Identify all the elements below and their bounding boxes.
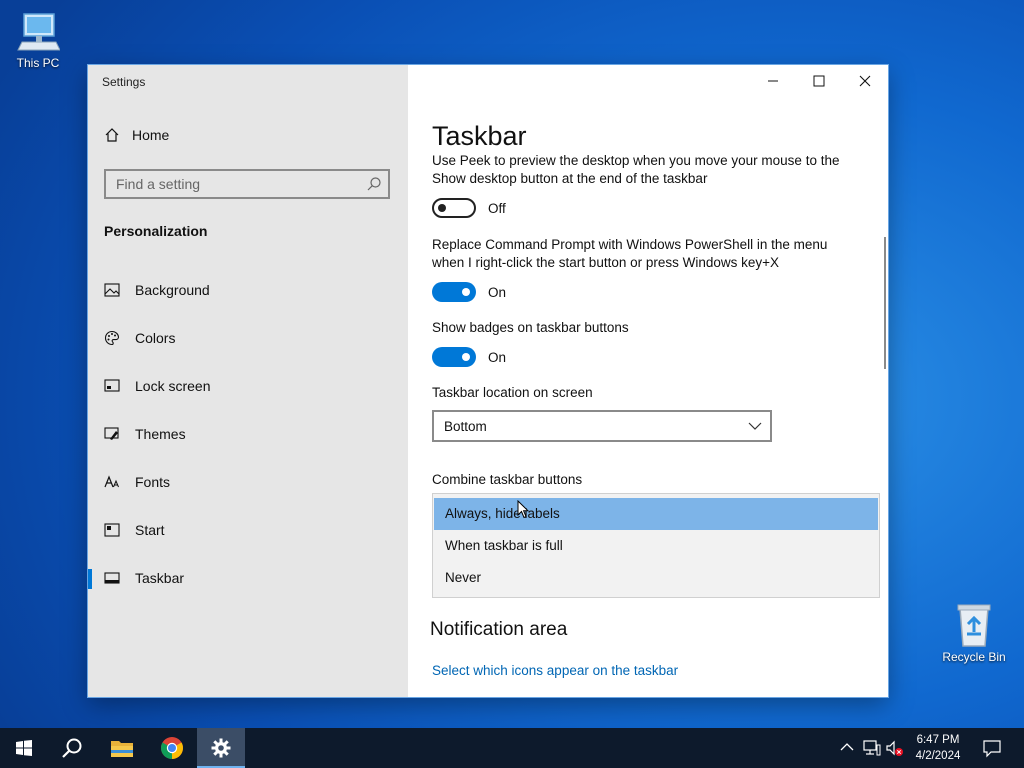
sidebar-item-start[interactable]: Start: [88, 506, 408, 554]
desktop-icon-this-pc[interactable]: This PC: [2, 10, 74, 70]
badges-label: Show badges on taskbar buttons: [432, 320, 629, 335]
peek-description-line2: Show desktop button at the end of the ta…: [432, 171, 708, 186]
notification-area-heading: Notification area: [430, 619, 568, 640]
sidebar-item-label: Fonts: [135, 474, 171, 490]
location-label: Taskbar location on screen: [432, 385, 593, 400]
minimize-icon: [768, 80, 778, 82]
network-icon[interactable]: [863, 740, 881, 756]
brush-icon: [104, 426, 120, 442]
location-dropdown[interactable]: Bottom: [432, 410, 772, 442]
chevron-up-icon[interactable]: [840, 740, 854, 754]
sidebar-item-label: Lock screen: [135, 378, 211, 394]
computer-icon: [17, 13, 60, 51]
vertical-scrollbar[interactable]: [884, 237, 886, 369]
windows-start-icon: [16, 740, 32, 756]
sidebar-item-label: Background: [135, 282, 210, 298]
taskbar-search-button[interactable]: [48, 728, 96, 768]
sidebar-section-heading: Personalization: [104, 223, 208, 239]
taskbar-icon: [104, 570, 120, 586]
combine-option-always[interactable]: Always, hide labels: [434, 498, 878, 530]
palette-icon: [104, 330, 120, 346]
combine-option-never[interactable]: Never: [433, 562, 879, 594]
notification-center-icon[interactable]: [983, 740, 1001, 758]
taskbar-file-explorer[interactable]: [98, 728, 146, 768]
content-pane: Taskbar Use Peek to preview the desktop …: [408, 65, 888, 697]
sidebar-item-taskbar[interactable]: Taskbar: [88, 554, 408, 602]
search-box[interactable]: [104, 169, 390, 199]
font-icon: [104, 474, 120, 490]
chrome-icon: [161, 737, 183, 759]
taskbar: 6:47 PM 4/2/2024: [0, 728, 1024, 768]
powershell-toggle[interactable]: [432, 282, 476, 302]
peek-description-line1: Use Peek to preview the desktop when you…: [432, 155, 840, 168]
sidebar: Settings Home Personalization Background: [88, 65, 408, 697]
powershell-description-line1: Replace Command Prompt with Windows Powe…: [432, 237, 828, 252]
chevron-down-icon: [748, 422, 762, 430]
volume-muted-icon[interactable]: [886, 740, 904, 758]
badges-toggle[interactable]: [432, 347, 476, 367]
settings-icon: [211, 738, 231, 758]
lock-screen-icon: [104, 378, 120, 394]
clock-time: 6:47 PM: [916, 734, 960, 746]
notification-icons-link[interactable]: Select which icons appear on the taskbar: [432, 663, 678, 678]
sidebar-item-label: Colors: [135, 330, 176, 346]
picture-icon: [104, 282, 120, 298]
peek-toggle[interactable]: [432, 198, 476, 218]
start-button[interactable]: [0, 728, 48, 768]
search-input[interactable]: [106, 171, 376, 197]
page-title: Taskbar: [432, 121, 527, 151]
sidebar-item-themes[interactable]: Themes: [88, 410, 408, 458]
home-icon: [105, 128, 119, 142]
search-icon[interactable]: [366, 176, 382, 192]
file-explorer-icon: [111, 741, 133, 757]
desktop-icon-recycle-bin[interactable]: Recycle Bin: [938, 602, 1010, 664]
close-button[interactable]: [842, 71, 888, 91]
combine-dropdown-list[interactable]: Always, hide labels When taskbar is full…: [432, 493, 880, 598]
search-icon: [62, 738, 82, 758]
peek-toggle-state: Off: [488, 201, 506, 216]
powershell-toggle-state: On: [488, 285, 507, 300]
sidebar-item-lock-screen[interactable]: Lock screen: [88, 362, 408, 410]
desktop-icon-label: Recycle Bin: [942, 650, 1006, 664]
maximize-button[interactable]: [796, 71, 842, 91]
powershell-description-line2: when I right-click the start button or p…: [432, 255, 780, 270]
close-icon: [859, 75, 871, 87]
sidebar-item-fonts[interactable]: Fonts: [88, 458, 408, 506]
sidebar-item-background[interactable]: Background: [88, 266, 408, 314]
combine-label: Combine taskbar buttons: [432, 472, 583, 487]
sidebar-item-label: Taskbar: [135, 570, 185, 586]
sidebar-home-link[interactable]: Home: [104, 127, 169, 143]
badges-toggle-state: On: [488, 350, 507, 365]
desktop-icon-label: This PC: [16, 56, 60, 70]
recycle-bin-icon: [957, 604, 991, 647]
combine-option-when-full[interactable]: When taskbar is full: [433, 530, 879, 562]
home-label: Home: [132, 127, 170, 143]
maximize-icon: [813, 75, 825, 87]
system-clock[interactable]: 6:47 PM 4/2/2024: [908, 732, 968, 764]
taskbar-settings[interactable]: [197, 728, 245, 768]
taskbar-chrome[interactable]: [148, 728, 196, 768]
sidebar-nav: Background Colors Lock screen Themes Fon…: [88, 266, 408, 602]
sidebar-item-label: Start: [135, 522, 165, 538]
minimize-button[interactable]: [750, 71, 796, 91]
window-title: Settings: [102, 75, 146, 89]
mouse-cursor-icon: [517, 500, 529, 519]
sidebar-item-label: Themes: [135, 426, 186, 442]
sidebar-item-colors[interactable]: Colors: [88, 314, 408, 362]
settings-window: Settings Home Personalization Background: [88, 65, 888, 697]
start-icon: [104, 522, 120, 538]
clock-date: 4/2/2024: [915, 750, 961, 762]
settings-scroll-area[interactable]: Use Peek to preview the desktop when you…: [408, 155, 888, 697]
location-dropdown-value: Bottom: [444, 419, 487, 434]
